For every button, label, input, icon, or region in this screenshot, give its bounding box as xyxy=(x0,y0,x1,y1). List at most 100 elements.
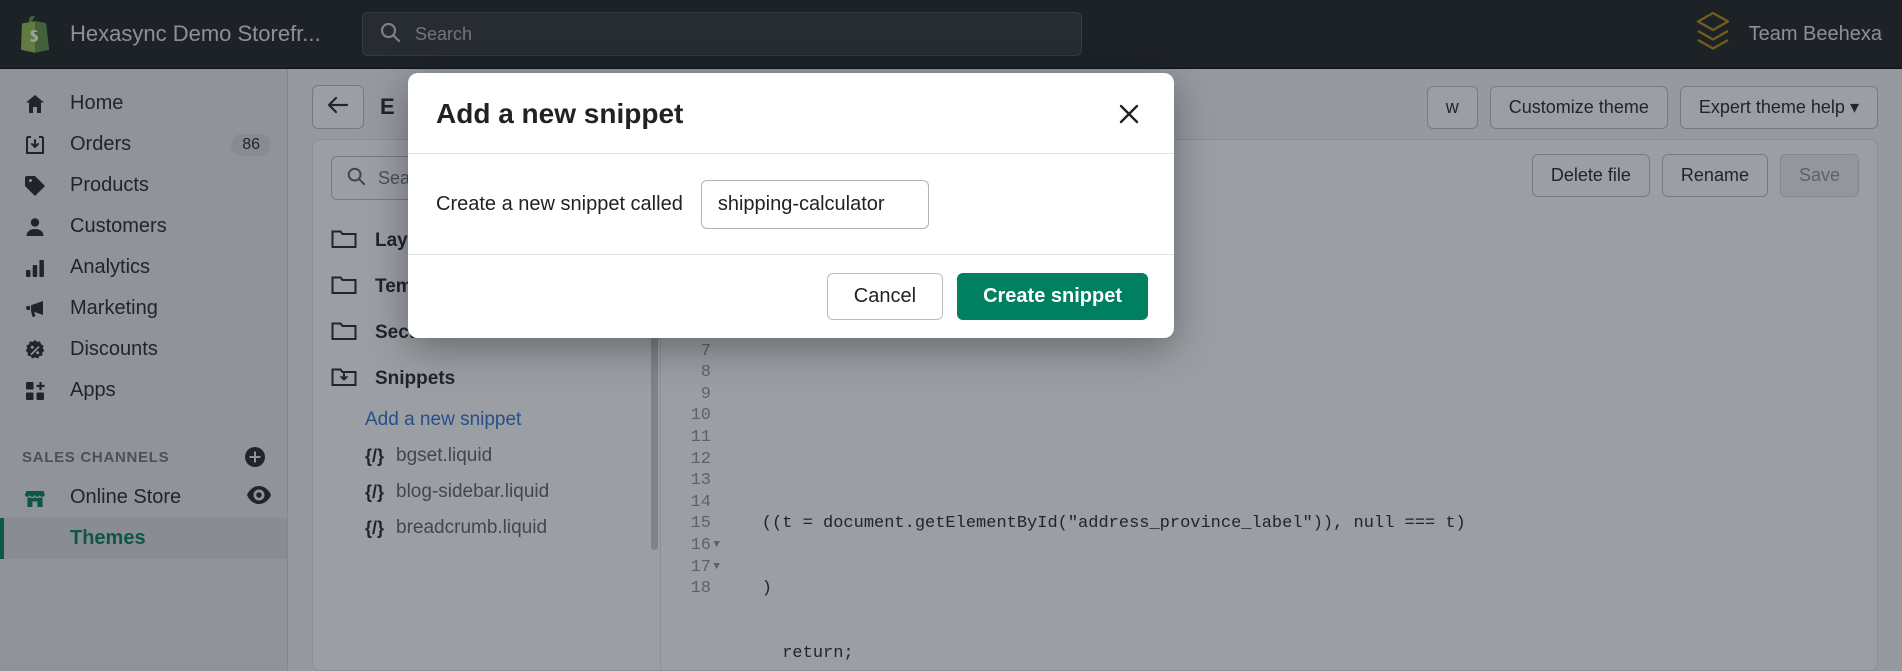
sidebar-label: Products xyxy=(70,174,149,196)
person-icon xyxy=(22,216,48,238)
global-search-area: Search xyxy=(300,12,1693,56)
sidebar-item-themes[interactable]: Themes xyxy=(0,518,287,559)
top-bar: Hexasync Demo Storefr... Search Team Bee… xyxy=(0,0,1902,69)
search-placeholder: Search xyxy=(415,23,473,44)
file-name: breadcrumb.liquid xyxy=(396,517,548,538)
sidebar-label: Home xyxy=(70,92,124,114)
storefront-icon xyxy=(22,487,48,509)
brand-area[interactable]: Hexasync Demo Storefr... xyxy=(0,15,321,53)
megaphone-icon xyxy=(22,298,48,320)
section-title: SALES CHANNELS xyxy=(22,448,170,466)
search-icon xyxy=(346,166,366,191)
sidebar-label: Orders xyxy=(70,133,132,155)
liquid-file-icon: {/} xyxy=(365,517,385,538)
line-number: 13 xyxy=(690,471,711,491)
folder-icon xyxy=(331,319,357,347)
code-line: return; xyxy=(721,643,854,663)
rename-button[interactable]: Rename xyxy=(1661,154,1768,197)
liquid-file-icon: {/} xyxy=(365,445,385,466)
sidebar-label: Themes xyxy=(70,527,146,549)
orders-inbox-icon xyxy=(22,134,48,156)
modal-footer: Cancel Create snippet xyxy=(408,254,1174,338)
arrow-left-icon xyxy=(326,95,350,120)
folder-icon xyxy=(331,227,357,255)
modal-title: Add a new snippet xyxy=(436,98,684,129)
modal-body: Create a new snippet called xyxy=(408,154,1174,254)
code-line: ) xyxy=(721,579,773,599)
sidebar-label: Customers xyxy=(70,215,167,237)
line-number: 16 ▼ xyxy=(690,535,720,555)
header-actions: w Customize theme Expert theme help ▾ xyxy=(1426,85,1878,129)
customize-theme-button[interactable]: Customize theme xyxy=(1489,85,1668,129)
tag-icon xyxy=(22,175,48,197)
sidebar-label: Discounts xyxy=(70,338,158,360)
plus-circle-icon[interactable] xyxy=(243,445,267,469)
preview-button[interactable]: w xyxy=(1426,85,1478,129)
sidebar-label: Marketing xyxy=(70,297,158,319)
tree-folder-snippets[interactable]: Snippets xyxy=(313,356,660,402)
expert-theme-help-label: Expert theme help xyxy=(1698,96,1845,117)
sidebar-item-apps[interactable]: Apps xyxy=(0,370,287,411)
line-number: 9 xyxy=(700,384,711,404)
close-icon[interactable] xyxy=(1112,97,1146,131)
sidebar-item-online-store[interactable]: Online Store xyxy=(0,477,287,518)
page-title: E xyxy=(380,94,395,119)
search-input[interactable]: Search xyxy=(362,12,1082,56)
snippet-name-label: Create a new snippet called xyxy=(436,192,683,215)
chevron-down-icon: ▾ xyxy=(1849,96,1859,117)
snippet-name-input[interactable] xyxy=(700,179,929,229)
beehexa-hex-logo-icon xyxy=(1693,10,1733,59)
line-number: 12 xyxy=(690,449,711,469)
sidebar-item-products[interactable]: Products xyxy=(0,165,287,206)
line-number: 8 xyxy=(700,363,711,383)
save-button[interactable]: Save xyxy=(1779,154,1859,197)
orders-count-badge: 86 xyxy=(231,133,271,156)
percent-badge-icon xyxy=(22,339,48,361)
liquid-file-icon: {/} xyxy=(365,481,385,502)
modal-header: Add a new snippet xyxy=(408,73,1174,154)
bar-chart-icon xyxy=(22,257,48,279)
folder-label: Snippets xyxy=(375,368,456,389)
line-number: 10 xyxy=(690,406,711,426)
add-new-snippet-link[interactable]: Add a new snippet xyxy=(313,402,660,438)
search-icon xyxy=(379,21,401,48)
create-snippet-button[interactable]: Create snippet xyxy=(957,273,1148,320)
account-menu[interactable]: Team Beehexa xyxy=(1693,10,1902,59)
tree-file-item[interactable]: {/} bgset.liquid xyxy=(313,438,660,474)
eye-icon[interactable] xyxy=(247,486,271,509)
sidebar-item-marketing[interactable]: Marketing xyxy=(0,288,287,329)
line-number: 14 xyxy=(690,492,711,512)
tree-file-item[interactable]: {/} breadcrumb.liquid xyxy=(313,510,660,546)
line-number: 15 xyxy=(690,514,711,534)
add-snippet-modal: Add a new snippet Create a new snippet c… xyxy=(408,73,1174,338)
sidebar-label: Online Store xyxy=(70,486,182,508)
sidebar-label: Apps xyxy=(70,379,116,401)
sidebar-item-analytics[interactable]: Analytics xyxy=(0,247,287,288)
tree-file-item[interactable]: {/} blog-sidebar.liquid xyxy=(313,474,660,510)
line-number: 17 ▼ xyxy=(690,557,720,577)
cancel-button[interactable]: Cancel xyxy=(826,273,944,320)
line-number: 11 xyxy=(690,427,711,447)
sidebar-item-discounts[interactable]: Discounts xyxy=(0,329,287,370)
fold-toggle-icon[interactable]: ▼ xyxy=(713,557,720,579)
account-name: Team Beehexa xyxy=(1748,22,1882,45)
store-name: Hexasync Demo Storefr... xyxy=(70,21,321,46)
code-line: ((t = document.getElementById("address_p… xyxy=(721,514,1466,534)
sidebar-label: Analytics xyxy=(70,256,151,278)
folder-open-icon xyxy=(331,365,357,393)
line-number: 7 xyxy=(700,341,711,361)
back-button[interactable] xyxy=(312,85,364,129)
shopify-bag-icon xyxy=(18,15,52,53)
fold-toggle-icon[interactable]: ▼ xyxy=(713,535,720,557)
home-icon xyxy=(22,93,48,115)
sidebar: Home Orders 86 Products Customers Analyt… xyxy=(0,69,288,671)
file-name: bgset.liquid xyxy=(396,445,493,466)
delete-file-button[interactable]: Delete file xyxy=(1531,154,1650,197)
sidebar-item-customers[interactable]: Customers xyxy=(0,206,287,247)
expert-theme-help-button[interactable]: Expert theme help ▾ xyxy=(1679,85,1878,129)
sidebar-item-home[interactable]: Home xyxy=(0,83,287,124)
sidebar-item-orders[interactable]: Orders 86 xyxy=(0,124,287,165)
file-name: blog-sidebar.liquid xyxy=(396,481,550,502)
app-root: Hexasync Demo Storefr... Search Team Bee… xyxy=(0,0,1902,671)
folder-icon xyxy=(331,273,357,301)
